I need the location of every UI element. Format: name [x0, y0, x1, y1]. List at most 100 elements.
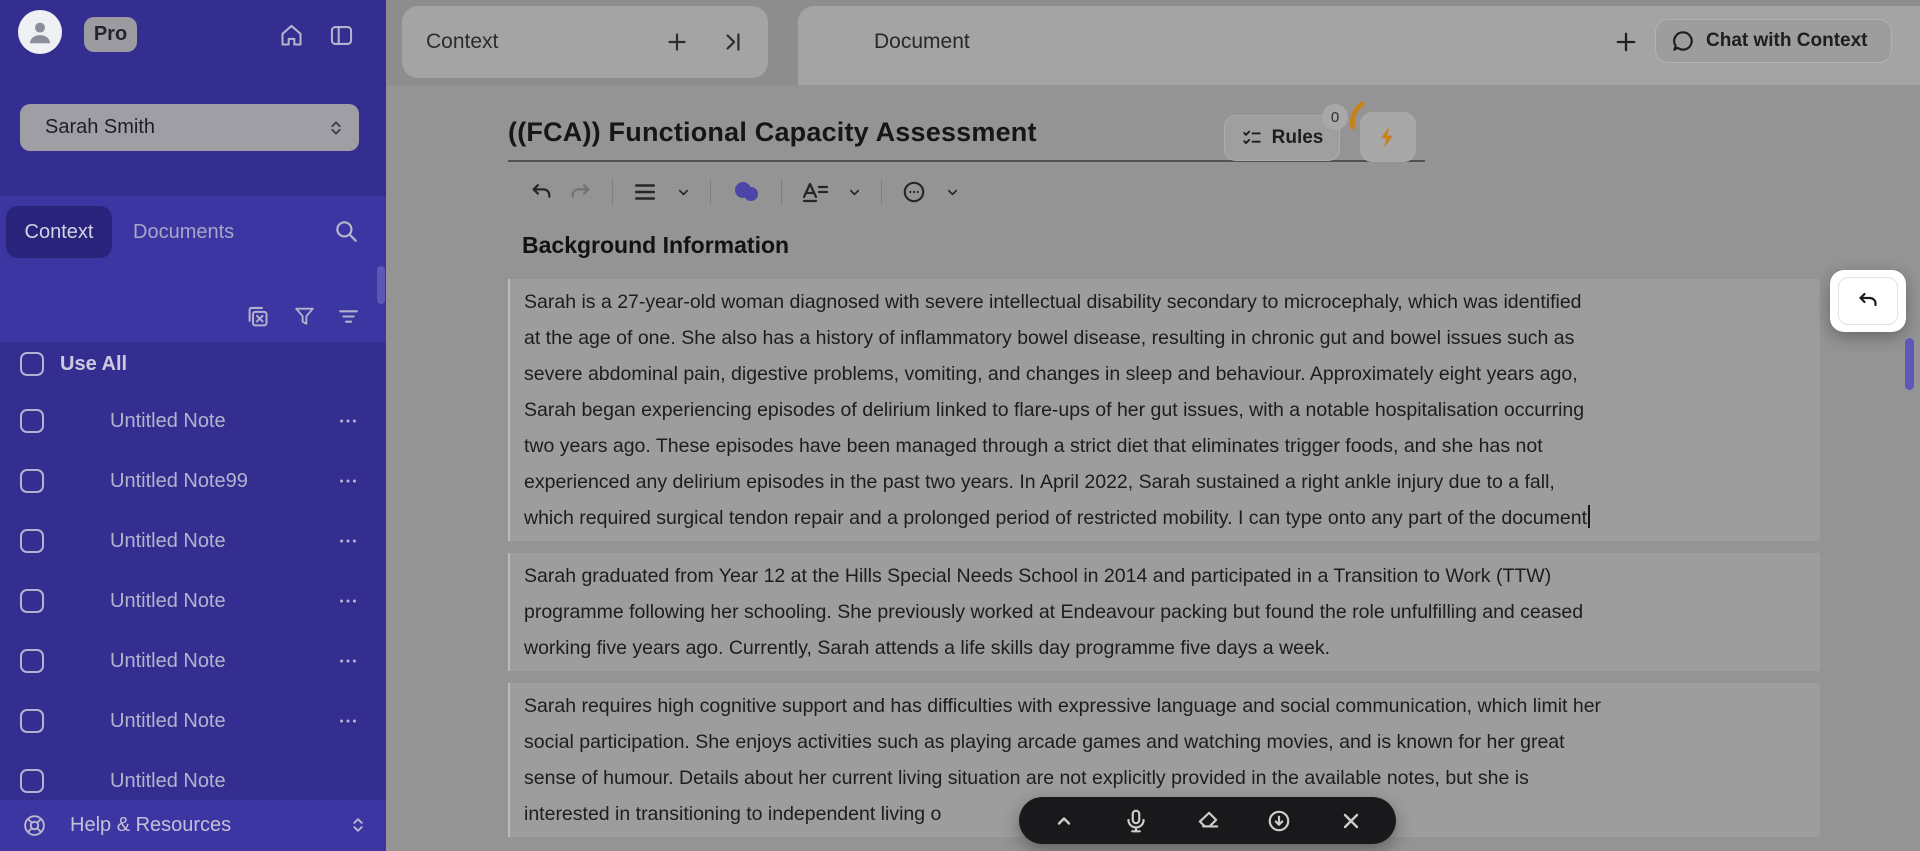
note-title[interactable]: Untitled Note99: [110, 451, 248, 511]
undo-icon: [1856, 289, 1880, 313]
main-scrollbar-thumb[interactable]: [1905, 338, 1914, 390]
app-window: Context Document Chat with Context ((FCA…: [0, 0, 1920, 851]
paragraph-line: Sarah began experiencing episodes of del…: [524, 392, 1804, 428]
paragraph-line: experienced any delirium episodes in the…: [524, 464, 1804, 500]
paragraph-block[interactable]: Sarah graduated from Year 12 at the Hill…: [508, 553, 1820, 671]
note-title[interactable]: Untitled Note: [110, 391, 226, 451]
note-checkbox[interactable]: [20, 769, 44, 793]
close-icon[interactable]: [1336, 806, 1366, 836]
floating-action-toolbar[interactable]: [1019, 797, 1396, 844]
paragraph-menu-icon[interactable]: [625, 175, 665, 209]
note-checkbox[interactable]: [20, 469, 44, 493]
note-row[interactable]: Untitled Note: [0, 631, 386, 691]
download-circle-icon[interactable]: [1264, 806, 1294, 836]
paragraph-line: Sarah graduated from Year 12 at the Hill…: [524, 558, 1804, 594]
sidebar-tab-documents[interactable]: Documents: [133, 206, 234, 258]
note-row[interactable]: Untitled Note: [0, 571, 386, 631]
note-title[interactable]: Untitled Note: [110, 691, 226, 751]
paragraph-line: at the age of one. She also has a histor…: [524, 320, 1804, 356]
collapse-chevron-up-icon[interactable]: [1049, 806, 1079, 836]
add-tab-plus-icon[interactable]: [664, 29, 690, 55]
new-plus-icon[interactable]: [1612, 28, 1640, 56]
microphone-icon[interactable]: [1121, 806, 1151, 836]
chat-button-label: Chat with Context: [1706, 30, 1868, 52]
note-checkbox[interactable]: [20, 529, 44, 553]
floating-undo-button[interactable]: [1838, 277, 1898, 325]
note-checkbox[interactable]: [20, 649, 44, 673]
note-checkbox[interactable]: [20, 709, 44, 733]
toolbar-divider: [710, 179, 711, 205]
paragraph-line: social participation. She enjoys activit…: [524, 724, 1804, 760]
filter-funnel-icon[interactable]: [292, 304, 317, 329]
paragraph-line: working five years ago. Currently, Sarah…: [524, 630, 1804, 666]
user-select-value: Sarah Smith: [45, 116, 155, 139]
sidebar-scrollbar-thumb[interactable]: [377, 266, 385, 304]
note-options-icon[interactable]: [332, 529, 364, 553]
user-select[interactable]: Sarah Smith: [20, 104, 359, 151]
search-icon[interactable]: [333, 218, 359, 244]
undo-icon[interactable]: [522, 175, 561, 209]
paragraph-line: which required surgical tendon repair an…: [524, 500, 1804, 536]
expand-chevrons-icon[interactable]: [348, 815, 368, 835]
chat-with-context-button[interactable]: Chat with Context: [1655, 19, 1892, 63]
note-row[interactable]: Untitled Note: [0, 691, 386, 751]
note-checkbox[interactable]: [20, 409, 44, 433]
note-options-icon[interactable]: [332, 589, 364, 613]
use-all-row[interactable]: Use All: [0, 352, 386, 378]
document-editor[interactable]: Sarah is a 27-year-old woman diagnosed w…: [508, 279, 1820, 849]
note-title[interactable]: Untitled Note: [110, 631, 226, 691]
paragraph-line: severe abdominal pain, digestive problem…: [524, 356, 1804, 392]
help-lifebuoy-icon: [22, 813, 47, 838]
sidebar-tabs-band: Context Documents: [0, 196, 386, 342]
sidebar-footer[interactable]: Help & Resources: [0, 800, 386, 851]
home-icon[interactable]: [276, 20, 306, 50]
clear-selection-icon[interactable]: [244, 304, 271, 331]
help-resources-label: Help & Resources: [70, 800, 231, 851]
rules-count-badge: 0: [1322, 104, 1348, 130]
note-row[interactable]: Untitled Note: [0, 391, 386, 451]
filter-row: [0, 296, 386, 342]
toolbar-divider: [781, 179, 782, 205]
ai-assist-icon[interactable]: [723, 175, 769, 209]
section-heading: Background Information: [522, 232, 789, 259]
toolbar-divider: [612, 179, 613, 205]
note-options-icon[interactable]: [332, 709, 364, 733]
select-chevrons-icon: [327, 119, 345, 137]
text-style-icon[interactable]: [794, 175, 836, 209]
redo-icon[interactable]: [561, 175, 600, 209]
eraser-icon[interactable]: [1193, 806, 1223, 836]
note-options-icon[interactable]: [332, 409, 364, 433]
skip-to-end-icon[interactable]: [720, 29, 746, 55]
chevron-down-icon[interactable]: [669, 175, 698, 209]
note-row[interactable]: Untitled Note: [0, 511, 386, 571]
toolbar-divider: [881, 179, 882, 205]
more-options-icon[interactable]: [894, 175, 934, 209]
user-avatar[interactable]: [18, 10, 62, 54]
note-title[interactable]: Untitled Note: [110, 571, 226, 631]
paragraph-line: two years ago. These episodes have been …: [524, 428, 1804, 464]
note-checkbox[interactable]: [20, 589, 44, 613]
pro-badge: Pro: [84, 17, 137, 52]
loading-arc-icon: [1348, 100, 1374, 130]
note-row[interactable]: Untitled Note99: [0, 451, 386, 511]
note-options-icon[interactable]: [332, 469, 364, 493]
paragraph-line: Sarah requires high cognitive support an…: [524, 688, 1804, 724]
note-title[interactable]: Untitled Note: [110, 511, 226, 571]
text-cursor: [1588, 505, 1590, 528]
sidebar: Pro Sarah Smith Context Documents: [0, 0, 386, 851]
chat-bubble-icon: [1670, 28, 1696, 54]
document-tab-label: Document: [874, 6, 970, 78]
tab-context-panel[interactable]: Context: [402, 6, 768, 78]
floating-undo-card: [1830, 270, 1906, 332]
chevron-down-icon[interactable]: [840, 175, 869, 209]
checklist-icon: [1241, 127, 1263, 149]
sidebar-tab-context[interactable]: Context: [6, 206, 112, 258]
use-all-checkbox[interactable]: [20, 352, 44, 376]
paragraph-line: programme following her schooling. She p…: [524, 594, 1804, 630]
paragraph-block[interactable]: Sarah is a 27-year-old woman diagnosed w…: [508, 279, 1820, 541]
note-options-icon[interactable]: [332, 649, 364, 673]
rules-button-label: Rules: [1272, 127, 1324, 149]
sort-lines-icon[interactable]: [336, 304, 361, 329]
chevron-down-icon[interactable]: [938, 175, 967, 209]
panel-toggle-icon[interactable]: [326, 20, 356, 50]
